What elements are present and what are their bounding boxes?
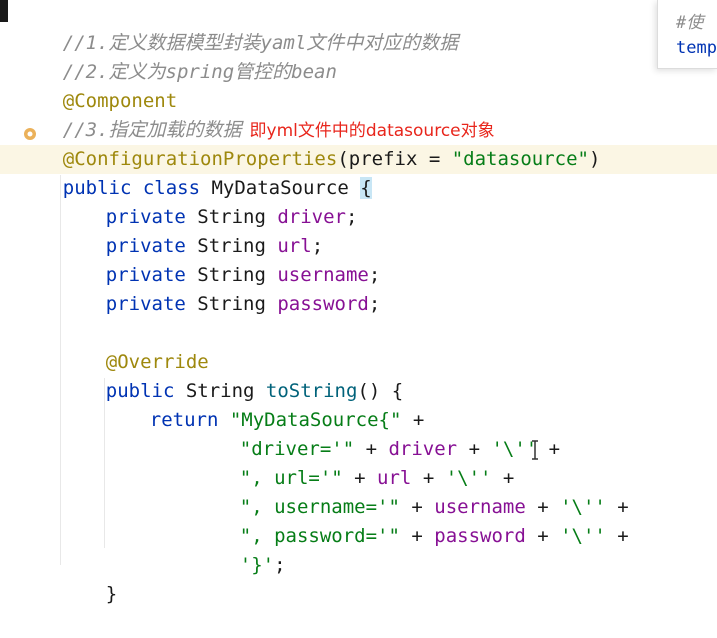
peek-popup[interactable]: #使 temp [657, 0, 717, 69]
return-statement[interactable]: return "MyDataSource{" + [104, 377, 425, 431]
concat-line[interactable]: ", username='" + username + '\'' + [194, 464, 629, 518]
code-line-2[interactable]: //2.定义为spring管控的bean [17, 29, 337, 83]
override-annotation[interactable]: @Override [60, 319, 209, 373]
field-declaration[interactable]: private String username; [60, 232, 381, 286]
concat-line[interactable]: "driver='" + driver + '\'' + [194, 406, 560, 460]
field-declaration[interactable]: private String driver; [60, 174, 358, 228]
code-line-6[interactable]: public class MyDataSource { [17, 145, 372, 199]
code-editor[interactable]: //1.定义数据模型封装yaml文件中对应的数据 //2.定义为spring管控… [0, 0, 717, 605]
code-line-1[interactable]: //1.定义数据模型封装yaml文件中对应的数据 [17, 0, 459, 54]
peek-code: temp [676, 38, 717, 58]
code-line-4[interactable]: //3.指定加载的数据 即yml文件中的datasource对象 [17, 87, 495, 141]
matched-brace: { [360, 177, 372, 199]
concat-line[interactable]: ", url='" + url + '\'' + [194, 435, 515, 489]
method-signature[interactable]: public String toString() { [60, 348, 403, 402]
peek-comment: #使 [676, 13, 704, 33]
code-line-3[interactable]: @Component [17, 58, 177, 112]
concat-line[interactable]: ", password='" + password + '\'' + [194, 493, 629, 547]
field-name: password [277, 293, 369, 315]
field-declaration[interactable]: private String url; [60, 203, 323, 257]
field-declaration[interactable]: private String password; [60, 261, 381, 315]
concat-line[interactable]: '}'; [194, 522, 286, 576]
code-line-5[interactable]: @ConfigurationProperties(prefix = "datas… [17, 116, 601, 170]
gutter-marker [0, 0, 8, 22]
bean-gutter-icon[interactable] [22, 126, 38, 142]
prefix-string: "datasource" [451, 148, 589, 170]
i-beam-cursor-icon [532, 440, 538, 460]
